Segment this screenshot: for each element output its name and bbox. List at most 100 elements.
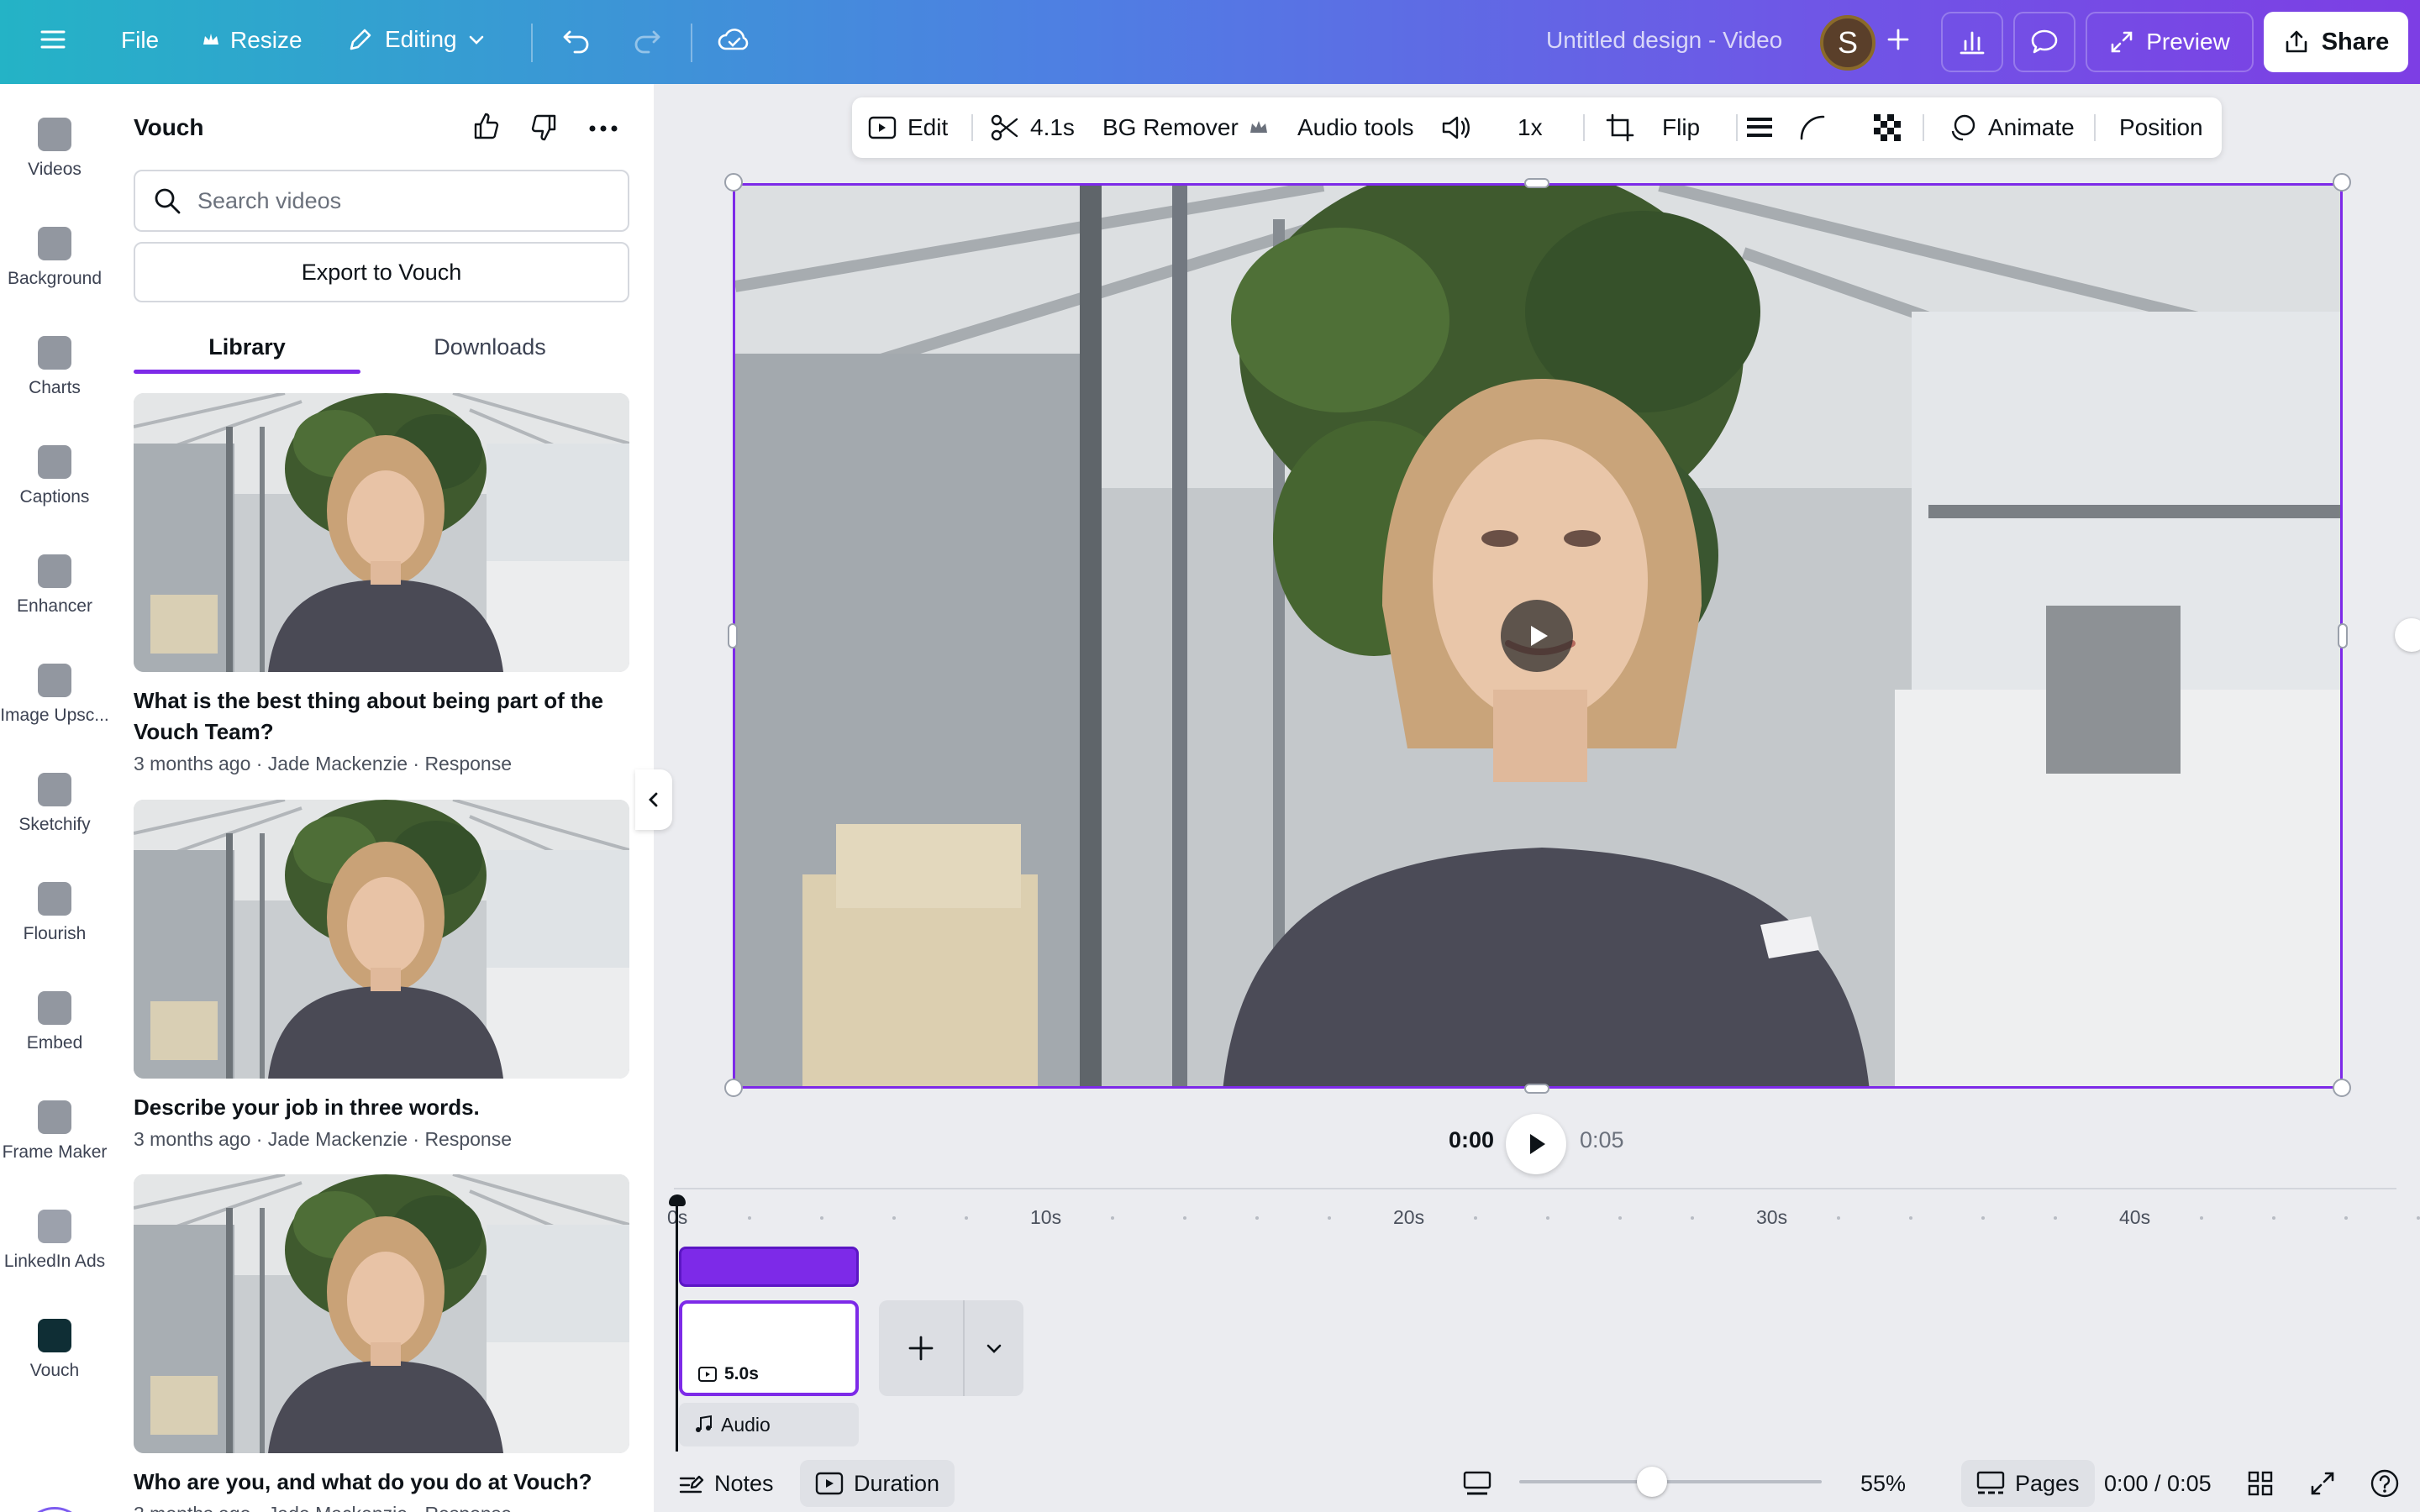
trim-button[interactable]: 4.1s	[990, 97, 1075, 158]
undo-icon[interactable]	[561, 25, 592, 55]
export-to-vouch-button[interactable]: Export to Vouch	[134, 242, 629, 302]
add-page-button[interactable]	[879, 1300, 963, 1396]
timeline-tick-mark	[748, 1216, 751, 1220]
video-thumbnail[interactable]	[134, 800, 629, 1079]
search-input[interactable]: Search videos	[134, 170, 629, 232]
thumbs-down-icon[interactable]	[529, 113, 560, 143]
video-card[interactable]: Who are you, and what do you do at Vouch…	[134, 1174, 629, 1512]
resize-handle[interactable]	[1524, 178, 1549, 188]
divider	[531, 24, 533, 62]
rail-item-embed[interactable]: Embed	[0, 991, 109, 1053]
volume-icon[interactable]	[1440, 97, 1472, 158]
rail-item-videos[interactable]: Videos	[0, 118, 109, 180]
timeline-tick-mark	[965, 1216, 968, 1220]
pages-button[interactable]: Pages	[1961, 1460, 2095, 1507]
rail-item-label: Embed	[26, 1033, 83, 1053]
edit-button[interactable]: Edit	[867, 97, 948, 158]
page-view-icon[interactable]	[1462, 1460, 1492, 1507]
editing-mode-dropdown[interactable]: Editing	[346, 25, 486, 54]
resize-handle[interactable]	[1524, 1084, 1549, 1094]
playhead[interactable]	[676, 1200, 678, 1452]
rail-item-image-upsc[interactable]: Image Upsc...	[0, 664, 109, 726]
play-button[interactable]	[1506, 1114, 1566, 1174]
resize-handle[interactable]	[724, 173, 743, 192]
timeline-tick-mark	[2417, 1216, 2420, 1220]
cloud-saved-icon[interactable]	[718, 25, 751, 55]
resize-button[interactable]: Resize	[202, 27, 302, 54]
redo-icon[interactable]	[632, 25, 662, 55]
zoom-slider-knob[interactable]	[1637, 1467, 1667, 1497]
tab-downloads[interactable]: Downloads	[376, 318, 603, 376]
timeline-tick-mark	[820, 1216, 823, 1220]
animate-button[interactable]: Animate	[1948, 97, 2075, 158]
rail-item-frame-maker[interactable]: Frame Maker	[0, 1100, 109, 1163]
audio-track-label[interactable]: Audio	[679, 1403, 859, 1446]
grid-view-icon[interactable]	[2247, 1460, 2274, 1507]
more-options-icon[interactable]	[588, 124, 618, 133]
video-thumbnail[interactable]	[134, 393, 629, 672]
duration-button[interactable]: Duration	[800, 1460, 955, 1507]
timeline-ruler[interactable]	[674, 1188, 2396, 1189]
add-page-options-button[interactable]	[965, 1300, 1023, 1396]
rail-item-vouch[interactable]: Vouch	[0, 1319, 109, 1381]
audio-track-bar[interactable]	[679, 1247, 859, 1287]
rail-item-sketchify[interactable]: Sketchify	[0, 773, 109, 835]
document-title[interactable]: Untitled design - Video	[1546, 27, 1782, 54]
audio-tools-button[interactable]: Audio tools	[1297, 97, 1414, 158]
collapse-panel-button[interactable]	[635, 769, 672, 830]
rail-item-label: Vouch	[29, 1361, 80, 1380]
resize-handle[interactable]	[728, 623, 738, 648]
zoom-level[interactable]: 55%	[1860, 1460, 1906, 1507]
share-button[interactable]: Share	[2264, 12, 2408, 72]
active-tab-indicator	[134, 370, 360, 374]
thumbs-up-icon[interactable]	[471, 111, 501, 141]
rail-item-linkedin-ads[interactable]: LinkedIn Ads	[0, 1210, 109, 1272]
resize-handle[interactable]	[2333, 1079, 2351, 1097]
vouch-icon	[38, 1319, 71, 1352]
document-title-text: Untitled design - Video	[1546, 27, 1783, 53]
timeline-tick-label: 40s	[2119, 1206, 2151, 1228]
video-icon	[697, 1366, 718, 1383]
fullscreen-icon[interactable]	[2309, 1460, 2336, 1507]
rail-item-background[interactable]: Background	[0, 227, 109, 289]
timeline-tick-mark	[1691, 1216, 1694, 1220]
menu-icon[interactable]	[39, 25, 67, 54]
corner-rounding-icon[interactable]	[1798, 97, 1827, 158]
zoom-slider[interactable]	[1519, 1480, 1822, 1483]
vouch-panel: Vouch Search videos Export to Vouch Libr…	[109, 84, 654, 1512]
comments-button[interactable]	[2013, 12, 2075, 72]
bg-remover-button[interactable]: BG Remover	[1102, 97, 1269, 158]
transparency-icon[interactable]	[1872, 97, 1902, 158]
video-clip[interactable]: 5.0s	[679, 1300, 859, 1396]
speed-button[interactable]: 1x	[1518, 97, 1543, 158]
rail-item-flourish[interactable]: Flourish	[0, 882, 109, 944]
help-icon[interactable]	[2370, 1460, 2400, 1507]
video-thumbnail[interactable]	[134, 1174, 629, 1453]
resize-handle[interactable]	[2338, 623, 2348, 648]
rail-item-enhancer[interactable]: Enhancer	[0, 554, 109, 617]
border-style-icon[interactable]	[1744, 97, 1775, 158]
position-button[interactable]: Position	[2119, 97, 2203, 158]
image-upscaler-icon	[38, 664, 71, 697]
avatar[interactable]: S	[1820, 15, 1876, 71]
insights-button[interactable]	[1941, 12, 2003, 72]
play-overlay-icon[interactable]	[1501, 600, 1573, 672]
rail-item-label: Captions	[19, 487, 90, 507]
add-collaborator-icon[interactable]	[1886, 27, 1911, 52]
flip-button[interactable]: Flip	[1662, 97, 1700, 158]
magic-sparkle-icon[interactable]	[22, 1507, 87, 1512]
file-menu[interactable]: File	[121, 27, 159, 54]
rail-item-charts[interactable]: Charts	[0, 336, 109, 398]
tab-library[interactable]: Library	[134, 318, 360, 376]
resize-handle[interactable]	[2333, 173, 2351, 192]
resize-handle[interactable]	[724, 1079, 743, 1097]
rail-item-captions[interactable]: Captions	[0, 445, 109, 507]
video-card[interactable]: What is the best thing about being part …	[134, 393, 629, 775]
rotate-icon[interactable]	[2395, 618, 2420, 652]
notes-button[interactable]: Notes	[677, 1460, 774, 1507]
preview-button[interactable]: Preview	[2086, 12, 2254, 72]
crop-icon[interactable]	[1605, 97, 1635, 158]
panel-title: Vouch	[134, 114, 204, 140]
video-card[interactable]: Describe your job in three words. 3 mont…	[134, 800, 629, 1151]
comment-icon	[2029, 27, 2060, 57]
